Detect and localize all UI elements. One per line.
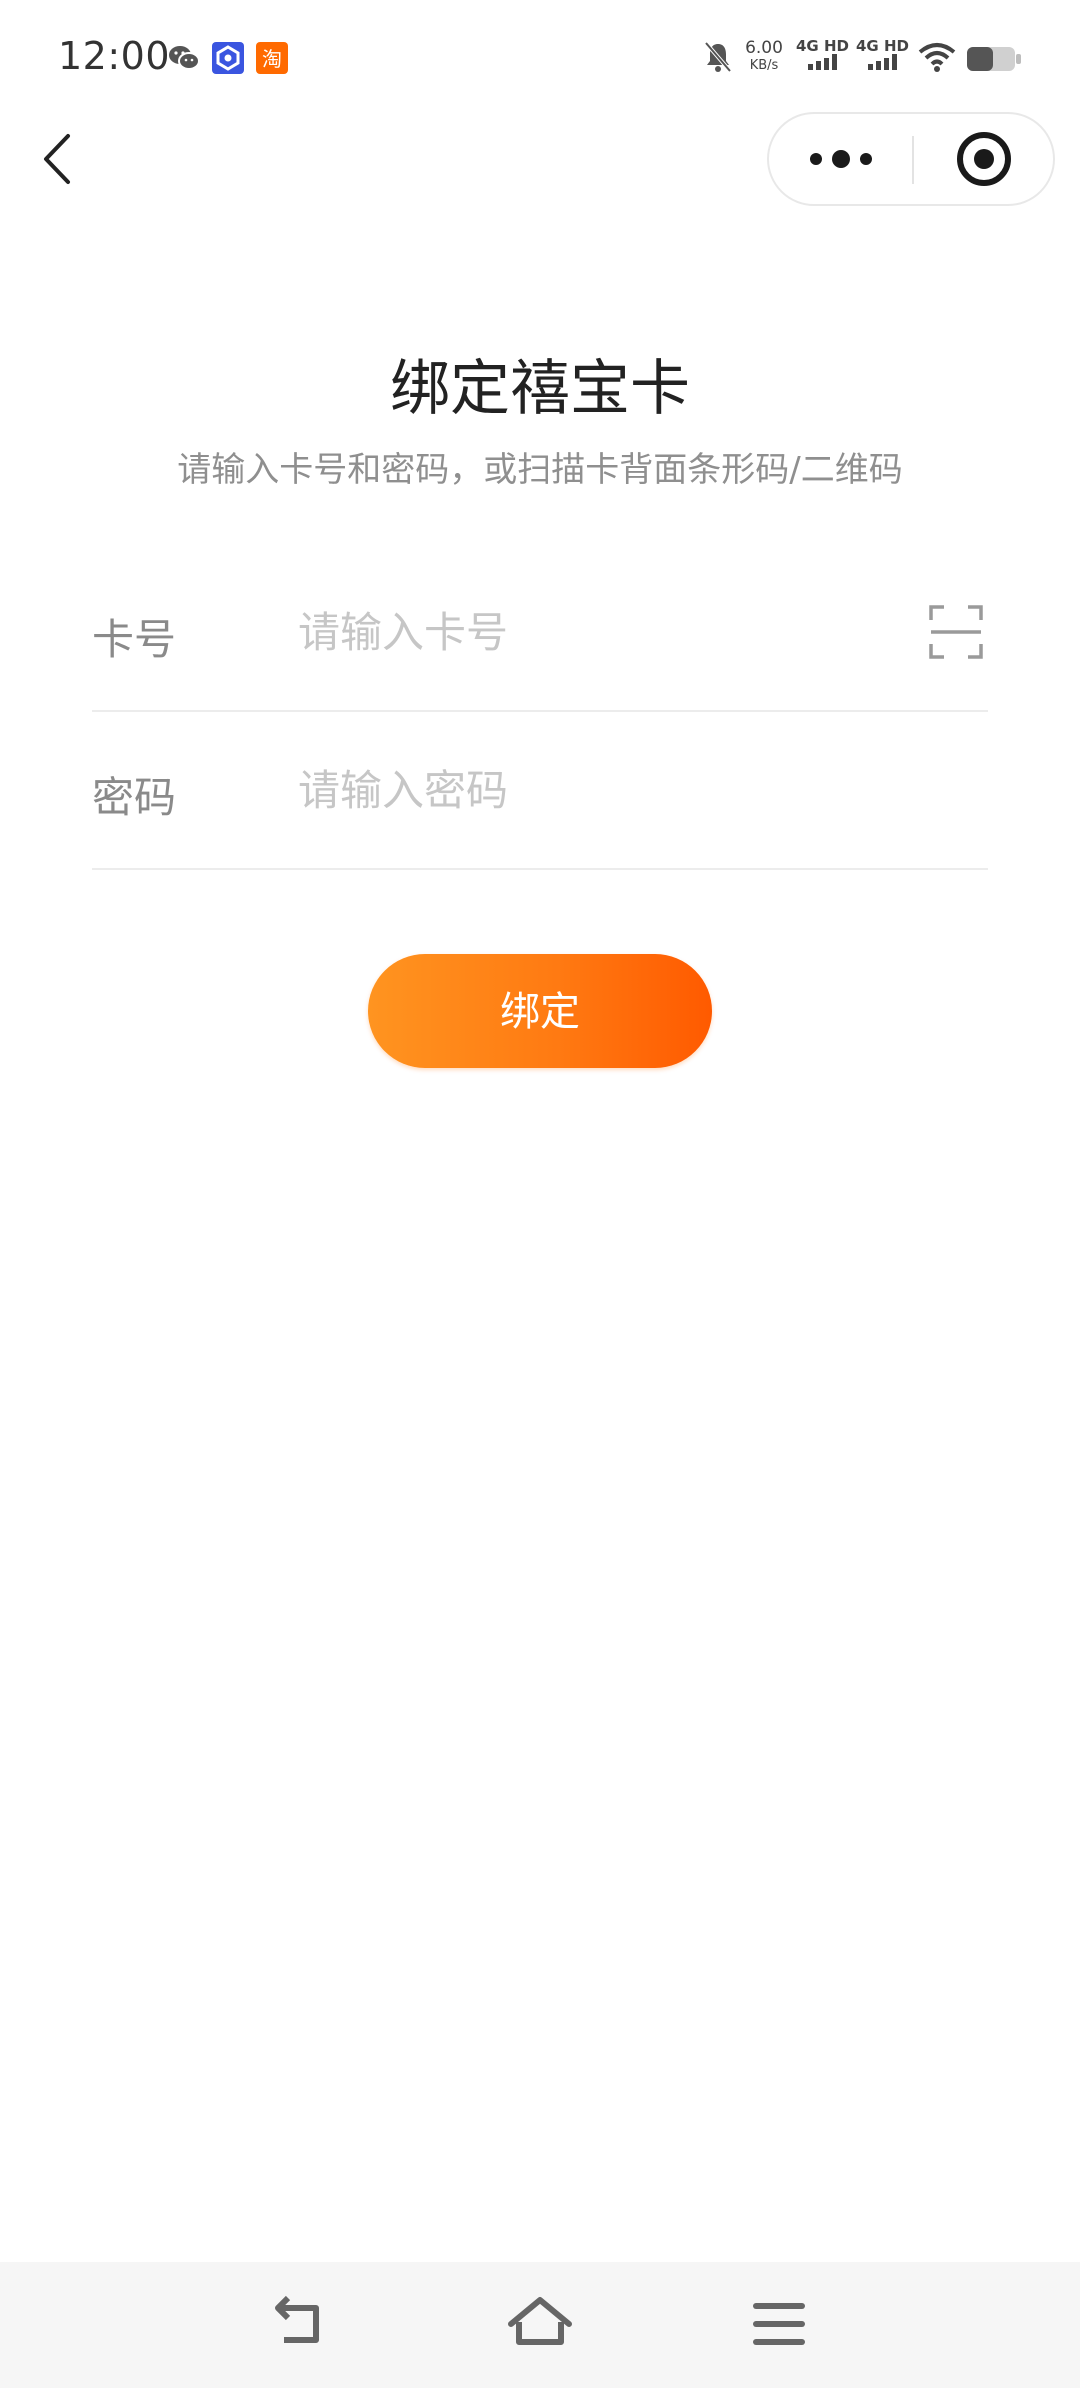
bind-button[interactable]: 绑定 xyxy=(368,954,712,1068)
back-nav-icon xyxy=(275,2295,319,2343)
card-number-input[interactable] xyxy=(298,594,858,670)
status-bar: 12:00 淘 6.00 KB/s 4G HD 4G HD xyxy=(0,0,1080,116)
battery-icon xyxy=(966,46,1022,76)
mute-bell-icon xyxy=(702,40,734,78)
wifi-icon xyxy=(918,42,956,76)
password-row: 密码 xyxy=(92,712,988,870)
page-title: 绑定禧宝卡 xyxy=(390,354,690,424)
capsule-menu xyxy=(767,112,1055,206)
scan-icon xyxy=(929,605,983,659)
page-subtitle: 请输入卡号和密码，或扫描卡背面条形码/二维码 xyxy=(177,450,903,490)
screen: 12:00 淘 6.00 KB/s 4G HD 4G HD 绑定禧宝卡 请输入卡… xyxy=(0,0,1080,2388)
card-number-label: 卡号 xyxy=(92,615,177,664)
signal-icon: 4G HD xyxy=(856,38,910,74)
wechat-icon xyxy=(168,44,200,76)
app-icon xyxy=(212,42,244,78)
card-number-row: 卡号 xyxy=(92,554,988,712)
signal-label: 4G HD xyxy=(856,37,909,55)
net-speed-value: 6.00 xyxy=(745,38,783,58)
more-dots-icon xyxy=(810,150,872,168)
status-time: 12:00 xyxy=(58,34,171,78)
password-input[interactable] xyxy=(298,752,858,828)
nav-back-button[interactable] xyxy=(266,2292,336,2356)
signal-icon: 4G HD xyxy=(796,38,850,74)
password-label: 密码 xyxy=(92,773,177,822)
system-nav-bar xyxy=(0,2262,1080,2388)
chevron-left-icon xyxy=(44,134,70,184)
scan-button[interactable] xyxy=(928,604,984,660)
back-button[interactable] xyxy=(36,126,80,192)
nav-home-button[interactable] xyxy=(505,2292,575,2356)
taobao-icon: 淘 xyxy=(256,42,288,78)
home-nav-icon xyxy=(508,2297,572,2345)
net-speed-unit: KB/s xyxy=(749,58,779,73)
net-speed: 6.00 KB/s xyxy=(744,40,784,74)
more-button[interactable] xyxy=(769,114,912,204)
close-button[interactable] xyxy=(914,114,1055,204)
nav-menu-button[interactable] xyxy=(744,2292,814,2356)
menu-nav-icon xyxy=(753,2303,805,2345)
signal-label: 4G HD xyxy=(796,37,849,55)
target-circle-icon xyxy=(957,132,1011,186)
svg-text:淘: 淘 xyxy=(262,47,282,71)
